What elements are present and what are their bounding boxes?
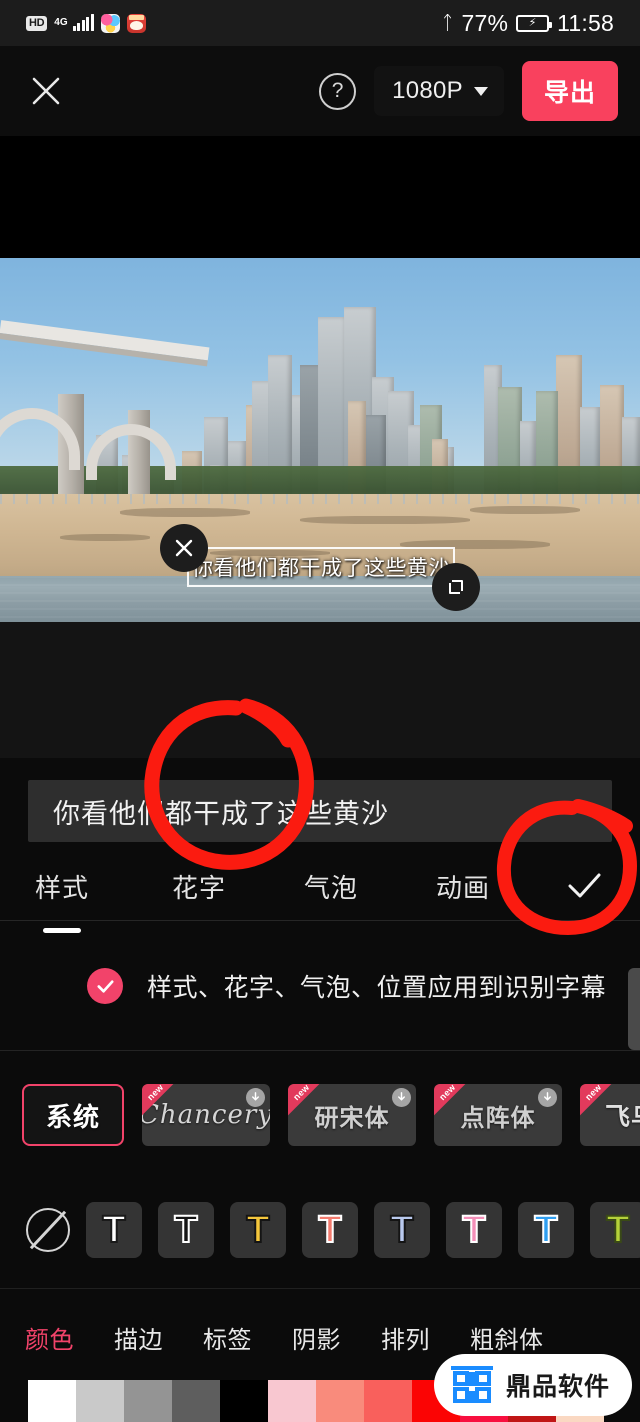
caption-text-input-value: 你看他们都干成了这些黄沙 [53,798,389,829]
font-chip-label: 点阵体 [460,1104,536,1132]
swatch-salmon[interactable] [316,1380,364,1422]
watermark-text: 鼎品软件 [505,1373,610,1401]
tab-animation[interactable]: 动画 [436,868,490,905]
close-editor-button[interactable] [28,73,64,109]
checkmark-icon [568,873,601,898]
font-chip-label: 系统 [45,1101,100,1132]
status-bar-left: HD 4G [26,13,146,33]
tab-style[interactable]: 样式 [35,868,89,905]
apply-to-subtitles-row[interactable]: 样式、花字、气泡、位置应用到识别字幕 [0,958,640,1014]
text-tab-bar: 样式 花字 气泡 动画 [0,852,640,920]
font-family-list[interactable]: 系统 new Chancery new 研宋体 new 点阵体 new 飞乌集 [0,1078,640,1152]
subtab-color[interactable]: 颜色 [25,1320,74,1355]
swatch-black[interactable] [220,1380,268,1422]
bluetooth-icon: ᛏ [441,12,454,34]
caption-overlay-text: 你看他们都干成了这些黄沙 [192,557,450,580]
subtab-bold-italic[interactable]: 粗斜体 [470,1320,544,1355]
preset-yellow-t[interactable]: T [230,1202,286,1258]
font-chip-label: 研宋体 [314,1104,390,1132]
caption-resize-handle[interactable] [432,563,480,611]
caption-overlay-box[interactable]: 你看他们都干成了这些黄沙 [187,547,455,587]
subtab-shadow[interactable]: 阴影 [292,1320,341,1355]
export-button[interactable]: 导出 [521,61,618,121]
tab-bubble[interactable]: 气泡 [304,868,358,905]
caption-delete-button[interactable] [160,524,208,572]
status-bar: HD 4G ᛏ 77% ⚡ 11:58 [0,0,640,46]
subtab-stroke[interactable]: 描边 [114,1320,163,1355]
divider-3 [0,1288,640,1289]
swatch-light-gray[interactable] [76,1380,124,1422]
preset-red-t[interactable]: T [302,1202,358,1258]
battery-charging-icon: ⚡ [516,14,553,32]
check-icon [96,979,114,993]
text-edit-panel [0,622,640,1422]
download-arrow-icon[interactable] [246,1088,265,1107]
help-question-icon: ? [331,79,344,102]
resize-handle-icon [449,580,463,594]
preset-pink-t[interactable]: T [446,1202,502,1258]
preset-blue-t[interactable]: T [518,1202,574,1258]
apply-checkbox[interactable] [87,968,123,1004]
help-button[interactable]: ? [319,72,357,110]
toolbar-right-group: ? 1080P 导出 [319,61,618,121]
red-app-icon [126,13,146,33]
chevron-down-icon [473,86,488,96]
video-preview[interactable]: 你看他们都干成了这些黄沙 [0,258,640,622]
dingpin-logo-icon [450,1366,493,1403]
close-icon [32,77,60,105]
preview-letterbox-top [0,136,640,258]
hd-badge: HD [26,15,48,31]
signal-strength-icon [72,14,94,31]
subtab-align[interactable]: 排列 [381,1320,430,1355]
swatch-dark-gray[interactable] [172,1380,220,1422]
swatch-coral[interactable] [364,1380,412,1422]
font-chip-dianzhenti[interactable]: new 点阵体 [434,1084,562,1146]
clock-label: 11:58 [557,9,614,36]
subtab-label[interactable]: 标签 [203,1320,252,1355]
network-type-label: 4G [54,16,68,28]
apply-checkbox-label: 样式、花字、气泡、位置应用到识别字幕 [147,974,607,1002]
top-toolbar: ? 1080P 导出 [0,46,640,136]
photos-app-icon [100,13,120,33]
swatch-white[interactable] [28,1380,76,1422]
font-chip-chancery[interactable]: new Chancery [142,1084,270,1146]
preset-black-t[interactable]: T [158,1202,214,1258]
divider-1 [0,920,640,921]
preset-green-t[interactable]: T [590,1202,640,1258]
font-chip-label: 飞乌集 [604,1102,640,1131]
river-railing [0,494,640,504]
close-icon [175,539,193,557]
tab-fancy-text[interactable]: 花字 [172,868,226,905]
preset-white-t[interactable]: T [86,1202,142,1258]
caption-text-input[interactable]: 你看他们都干成了这些黄沙 [28,780,612,842]
swatch-light-pink[interactable] [268,1380,316,1422]
confirm-button[interactable] [558,860,610,912]
timeline-spacer [0,622,640,758]
panel-scrollbar[interactable] [628,968,640,1050]
no-style-icon[interactable] [26,1208,70,1252]
resolution-label: 1080P [392,77,463,104]
video-editor-screen: HD 4G ᛏ 77% ⚡ 11:58 ? 1080P 导出 你看他们都干成了这… [0,0,640,1422]
resolution-selector[interactable]: 1080P [374,66,504,116]
font-chip-yansongti[interactable]: new 研宋体 [288,1084,416,1146]
download-arrow-icon[interactable] [538,1088,557,1107]
font-chip-feiwuji[interactable]: new 飞乌集 [580,1084,640,1146]
watermark: 鼎品软件 [433,1354,632,1416]
text-style-preset-list[interactable]: T T T T T T T T [0,1197,640,1263]
swatch-gray[interactable] [124,1380,172,1422]
font-chip-system[interactable]: 系统 [22,1084,124,1146]
status-bar-right: ᛏ 77% ⚡ 11:58 [442,10,614,37]
preset-lightblue-t[interactable]: T [374,1202,430,1258]
download-arrow-icon[interactable] [392,1088,411,1107]
divider-2 [0,1050,640,1051]
battery-percent-label: 77% [461,9,509,36]
